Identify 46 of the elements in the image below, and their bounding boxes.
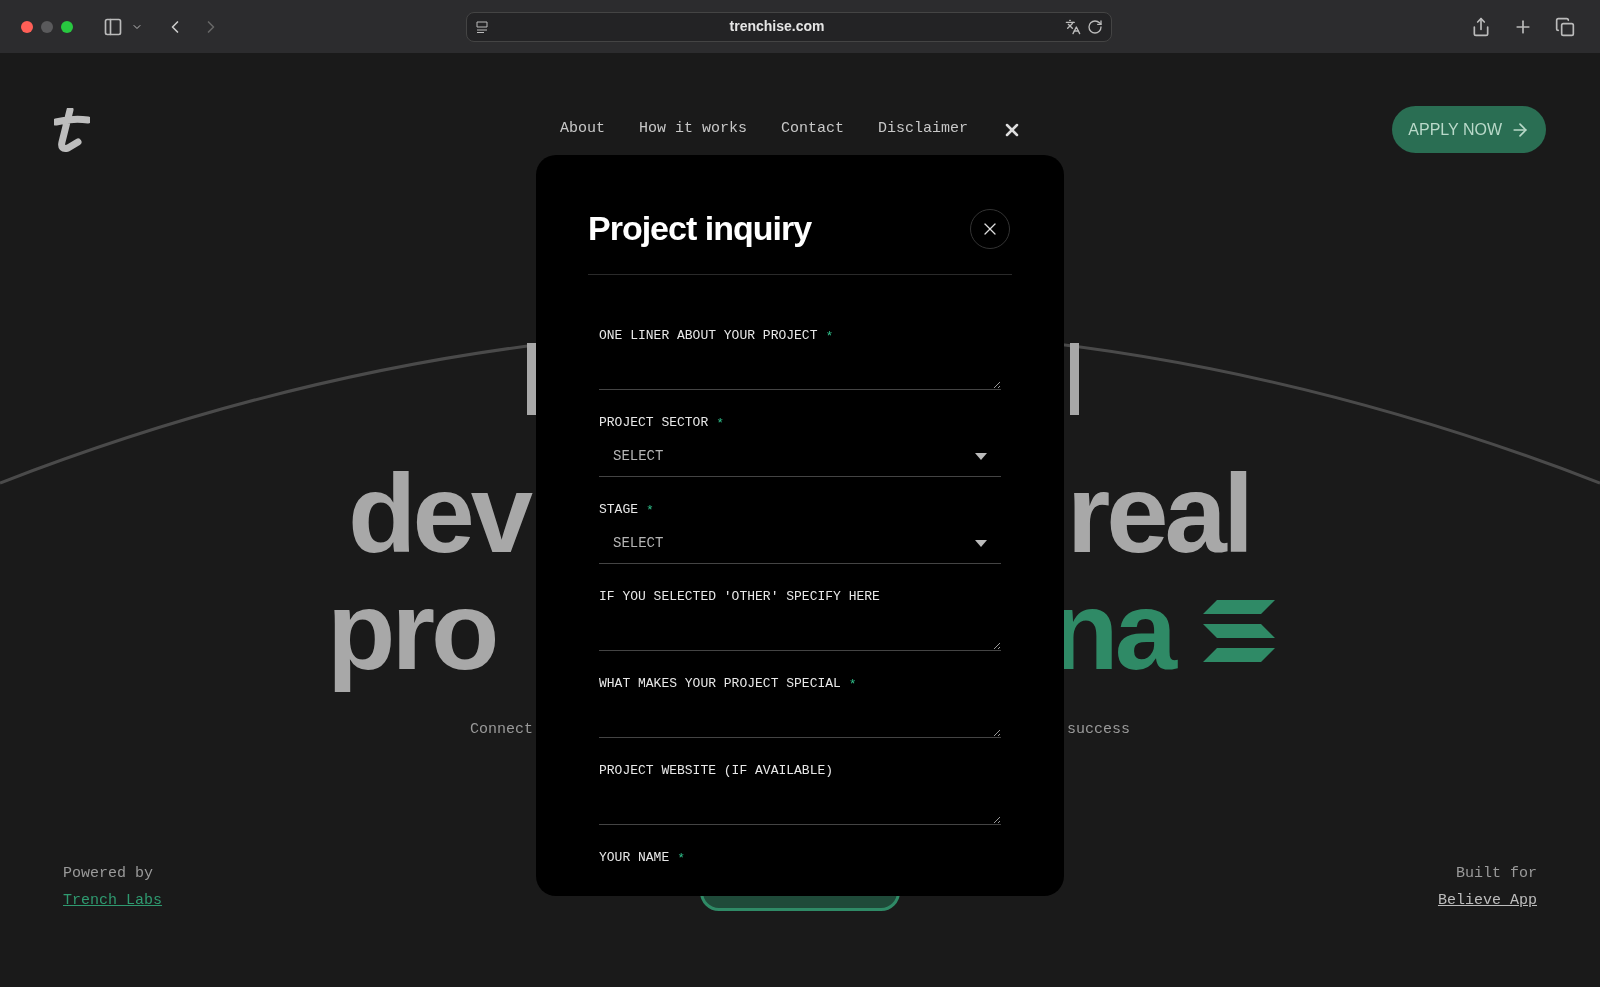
share-icon[interactable] [1471,16,1491,37]
address-bar[interactable]: trenchise.com [466,11,1112,42]
field-label: WHAT MAKES YOUR PROJECT SPECIAL [599,675,841,694]
trench-labs-link[interactable]: Trench Labs [63,889,163,912]
field-label: YOUR NAME [599,849,670,868]
url-text: trenchise.com [728,17,826,36]
tabs-overview-icon[interactable] [1555,16,1575,37]
hero-subtitle-text: Connect [470,720,533,740]
nav-link[interactable]: How it works [639,118,748,141]
believe-app-link[interactable]: Believe App [1437,889,1537,912]
field-label: ONE LINER ABOUT YOUR PROJECT [599,327,818,346]
select-field[interactable]: SELECT [599,437,1001,477]
nav-link[interactable]: Disclaimer [878,118,969,141]
hero-heading-text: dev [348,455,529,572]
field-label: PROJECT WEBSITE (IF AVAILABLE) [599,762,834,781]
nav-link[interactable]: About [560,118,605,141]
field-label: IF YOU SELECTED 'OTHER' SPECIFY HERE [599,588,880,607]
maximize-window-icon[interactable] [61,20,73,33]
translate-icon[interactable] [1065,18,1081,35]
page-menu-icon[interactable] [475,19,489,34]
logo-icon[interactable] [54,107,90,152]
powered-by-text: Powered by [63,864,154,884]
required-mark: * [677,851,686,865]
required-mark: * [646,503,654,517]
field-label: STAGE [599,501,638,520]
required-mark: * [848,677,857,691]
reload-icon[interactable] [1087,18,1103,35]
close-window-icon[interactable] [21,20,33,33]
nav-link[interactable]: Contact [781,118,845,141]
select-field[interactable]: SELECT [599,524,1001,564]
dialog-title: Project inquiry [588,208,812,249]
required-mark: * [825,329,834,343]
apply-now-button[interactable]: APPLY NOW [1392,106,1546,153]
hero-subtitle-text: success [1067,720,1130,740]
dropdown-triangle-icon [975,540,987,547]
letter-stroke-drawing [1070,343,1079,415]
field-label: PROJECT SECTOR [599,414,709,433]
select-placeholder: SELECT [613,447,664,466]
required-mark: * [716,416,725,430]
letter-stroke-drawing [527,343,536,415]
sidebar-icon[interactable] [103,16,123,37]
dropdown-triangle-icon [975,453,987,460]
built-for-text: Built for [1456,864,1537,884]
hero-heading-text: real [1066,455,1250,572]
stacked-bars-logo-icon [1203,599,1275,662]
select-placeholder: SELECT [613,534,664,553]
